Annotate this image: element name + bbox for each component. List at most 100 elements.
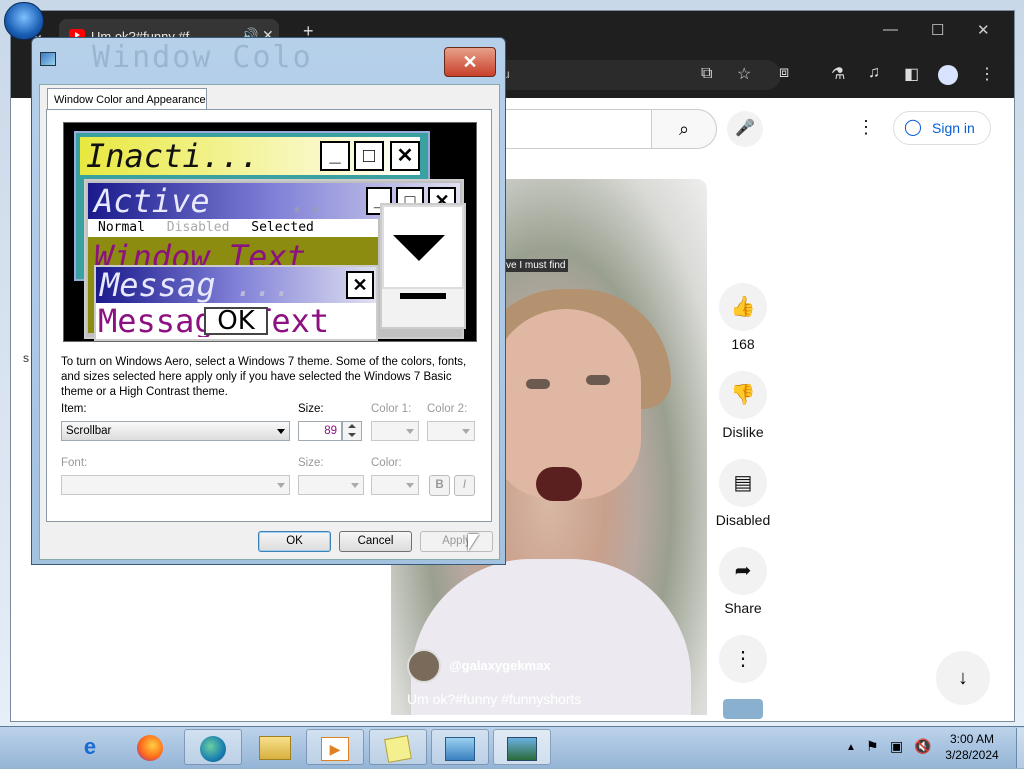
appearance-preview[interactable]: Inacti... _ □ ✕ Active .. _ □ ✕ Normal D…: [63, 122, 477, 342]
cast-icon[interactable]: ⧉: [701, 65, 712, 83]
clock-time: 3:00 AM: [949, 732, 995, 746]
comment-icon: ▤: [733, 472, 753, 494]
color2-picker[interactable]: [427, 421, 475, 441]
chevron-down-icon: [462, 429, 470, 434]
more-icon[interactable]: ⋮: [857, 117, 875, 138]
start-button[interactable]: [4, 2, 44, 40]
menu-kebab-icon[interactable]: ⋮: [979, 64, 995, 84]
bookmark-star-icon[interactable]: ☆: [737, 64, 751, 84]
share-button[interactable]: ➦: [719, 547, 767, 595]
dialog-close-button[interactable]: ✕: [444, 47, 496, 77]
ie-icon[interactable]: e: [61, 729, 119, 765]
font-label: Font:: [61, 457, 88, 469]
taskbar-clock[interactable]: 3:00 AM 3/28/2024: [930, 731, 1014, 763]
side-panel-icon[interactable]: ◧: [904, 64, 919, 84]
sticky-notes-icon[interactable]: [369, 729, 427, 765]
maximize-icon[interactable]: ☐: [931, 21, 944, 39]
preview-ok-button: OK: [204, 307, 268, 335]
mic-icon[interactable]: 🎤: [727, 111, 763, 147]
spin-up-icon[interactable]: [348, 424, 356, 428]
sign-in-label: Sign in: [932, 120, 975, 136]
address-bar[interactable]: u ⧉ ☆: [491, 60, 781, 90]
scroll-down-arrow-icon: [393, 235, 445, 261]
like-button[interactable]: 👍: [719, 283, 767, 331]
more-vertical-icon: ⋮: [733, 648, 753, 670]
chevron-down-icon: [277, 483, 285, 488]
dislike-label: Dislike: [722, 424, 764, 440]
sound-thumbnail[interactable]: [723, 699, 763, 719]
left-edge-text: s: [23, 351, 29, 365]
video-title[interactable]: Um ok?#funny #funnyshorts: [407, 691, 581, 707]
color1-picker[interactable]: [371, 421, 419, 441]
show-hidden-icons-icon[interactable]: ▲: [846, 742, 856, 753]
search-icon[interactable]: ⌕: [651, 109, 717, 149]
preview-menu-bar: Normal Disabled Selected: [88, 219, 378, 237]
minimize-icon[interactable]: —: [883, 21, 898, 38]
edge-icon[interactable]: [184, 729, 242, 765]
tab-pane: Inacti... _ □ ✕ Active .. _ □ ✕ Normal D…: [46, 109, 492, 522]
account-icon: ◯: [904, 119, 922, 136]
chevron-down-icon: [351, 483, 359, 488]
comments-label: Disabled: [715, 512, 771, 528]
close-window-icon[interactable]: ✕: [977, 21, 990, 39]
labs-icon[interactable]: ⚗: [831, 64, 845, 84]
item-select[interactable]: Scrollbar: [61, 421, 290, 441]
italic-button[interactable]: I: [454, 475, 475, 496]
show-desktop-button[interactable]: [1016, 728, 1024, 768]
font-color-picker[interactable]: [371, 475, 419, 495]
channel-avatar[interactable]: [407, 649, 441, 683]
network-icon[interactable]: ▣: [890, 738, 903, 755]
font-size-select[interactable]: [298, 475, 364, 495]
dialog-title: Window Colo: [92, 40, 313, 75]
profile-icon[interactable]: [938, 65, 958, 85]
window-color-dialog: Window Colo ✕ Window Color and Appearanc…: [31, 37, 506, 565]
mouse-cursor-icon: [468, 534, 479, 551]
media-icon[interactable]: ♫: [868, 64, 880, 82]
dialog-app-icon: [40, 52, 56, 66]
control-panel-icon[interactable]: [431, 729, 489, 765]
font-select[interactable]: [61, 475, 290, 495]
font-color-label: Color:: [371, 457, 402, 469]
share-label: Share: [724, 600, 762, 616]
comments-button[interactable]: ▤: [719, 459, 767, 507]
preview-inactive-min-icon: _: [320, 141, 350, 171]
size-spinner[interactable]: [342, 421, 362, 441]
next-video-button[interactable]: ↓: [936, 651, 990, 705]
more-actions-button[interactable]: ⋮: [719, 635, 767, 683]
color1-label: Color 1:: [371, 403, 412, 415]
size-label: Size:: [298, 403, 324, 415]
size-input[interactable]: 89: [298, 421, 342, 441]
channel-name[interactable]: @galaxygekmax: [449, 658, 551, 673]
preview-message-close-icon: ✕: [346, 271, 374, 299]
volume-muted-icon[interactable]: 🔇: [914, 738, 931, 755]
action-center-flag-icon[interactable]: ⚑: [866, 738, 879, 755]
extensions-icon[interactable]: ⧈: [779, 64, 789, 82]
preview-inactive-close-icon: ✕: [390, 141, 420, 171]
video-eye-left: [526, 379, 550, 389]
chevron-down-icon: [406, 429, 414, 434]
like-count: 168: [731, 336, 755, 352]
display-settings-icon[interactable]: [493, 729, 551, 765]
dialog-body: Window Color and Appearance Inacti... _ …: [39, 84, 500, 560]
search-input[interactable]: [481, 109, 652, 149]
apply-button[interactable]: Apply: [420, 531, 493, 552]
item-label: Item:: [61, 403, 87, 415]
item-value: Scrollbar: [66, 425, 112, 437]
explorer-icon[interactable]: [246, 729, 304, 765]
clock-date: 3/28/2024: [945, 748, 999, 762]
tab-window-color[interactable]: Window Color and Appearance: [47, 88, 207, 110]
color2-label: Color 2:: [427, 403, 468, 415]
dislike-button[interactable]: 👎: [719, 371, 767, 419]
spin-down-icon[interactable]: [348, 433, 356, 437]
thumbs-up-icon: 👍: [730, 296, 756, 318]
video-eye-right: [586, 375, 610, 385]
cancel-button[interactable]: Cancel: [339, 531, 412, 552]
video-mouth: [536, 467, 582, 501]
sign-in-button[interactable]: ◯ Sign in: [893, 111, 991, 145]
ok-button[interactable]: OK: [258, 531, 331, 552]
firefox-icon[interactable]: [121, 729, 179, 765]
bold-button[interactable]: B: [429, 475, 450, 496]
media-player-icon[interactable]: ▶: [306, 729, 364, 765]
preview-message-title: Messag ...: [96, 267, 376, 303]
share-icon: ➦: [734, 560, 752, 582]
